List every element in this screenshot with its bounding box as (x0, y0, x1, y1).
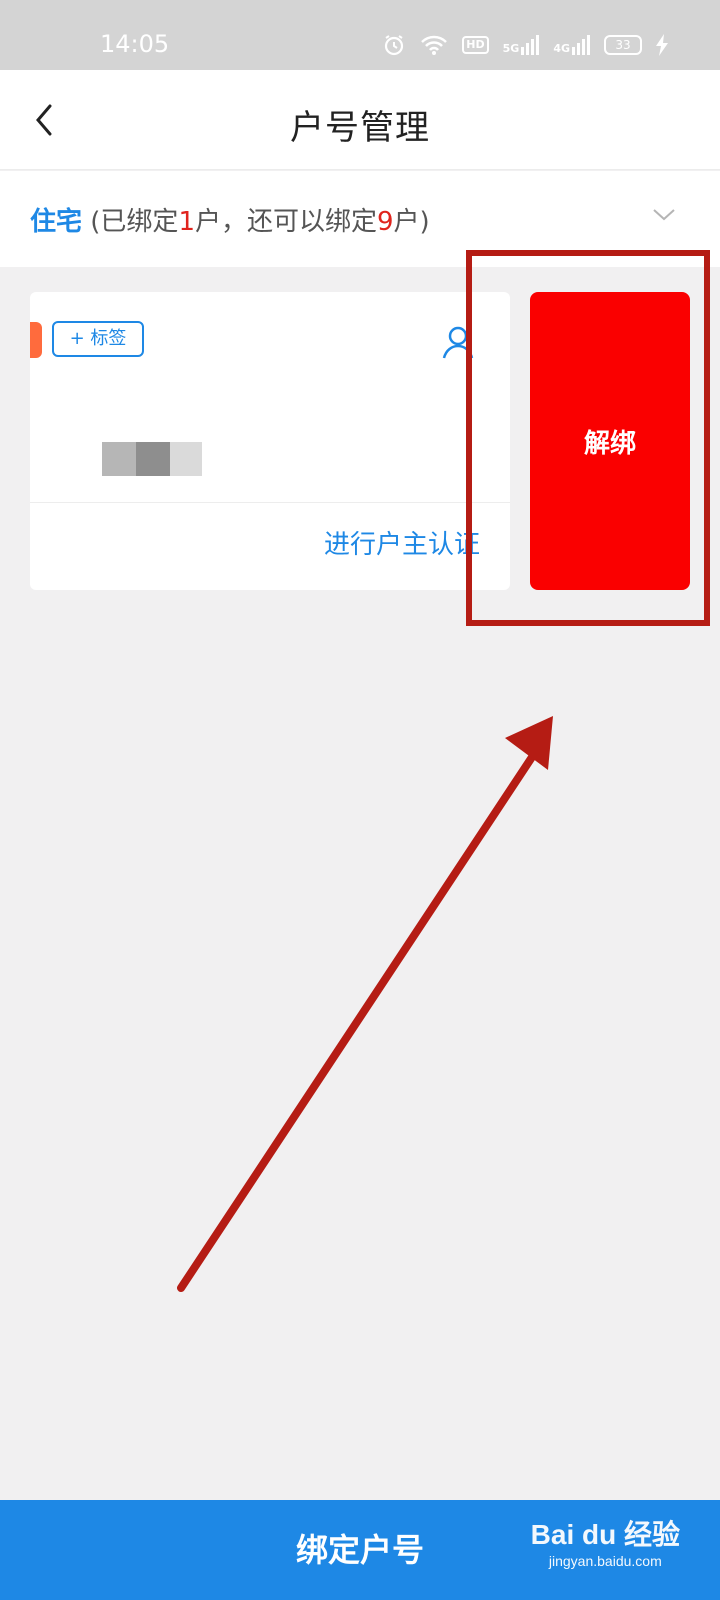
account-card[interactable]: + 标签 进行户主认证 (30, 292, 510, 590)
annotation-highlight-box (466, 250, 710, 626)
signal-5g-icon: 5G (503, 35, 540, 55)
status-bar: 14:05 HD 5G 4G 33 (0, 0, 720, 70)
header: 户号管理 (0, 70, 720, 170)
category-name: 住宅 (30, 207, 83, 237)
blur-block (102, 442, 136, 476)
add-tag-button[interactable]: + 标签 (52, 321, 144, 357)
bound-count: 1 (178, 207, 195, 237)
battery-icon: 33 (604, 35, 642, 55)
status-icons: HD 5G 4G 33 (382, 32, 668, 58)
category-open-text: (已绑定 (82, 207, 179, 237)
hd-icon: HD (462, 36, 489, 54)
available-count: 9 (377, 207, 394, 237)
category-close-text: 户) (393, 207, 430, 237)
charging-icon (656, 34, 668, 56)
network-4g-label: 4G (553, 42, 570, 55)
signal-4g-icon: 4G (553, 35, 590, 55)
chevron-down-icon[interactable] (648, 203, 680, 227)
watermark-url: jingyan.baidu.com (548, 1553, 662, 1569)
blurred-account-number (102, 442, 202, 476)
card-divider (30, 502, 510, 503)
page-title: 户号管理 (290, 108, 430, 148)
baidu-watermark: Bai du 经验 jingyan.baidu.com (531, 1518, 680, 1570)
category-middle-text: 户，还可以绑定 (194, 207, 377, 237)
owner-verify-link[interactable]: 进行户主认证 (324, 524, 480, 561)
category-summary: 住宅 (已绑定1户，还可以绑定9户) (30, 201, 430, 238)
alarm-icon (382, 33, 406, 57)
bottom-bar: 绑定户号 Bai du 经验 jingyan.baidu.com (0, 1500, 720, 1600)
wifi-icon (420, 34, 448, 56)
watermark-logo: Bai du 经验 (530, 1519, 680, 1550)
blur-block (136, 442, 170, 476)
account-type-badge (30, 322, 42, 358)
network-5g-label: 5G (502, 42, 520, 55)
blur-block (170, 442, 202, 476)
status-time: 14:05 (100, 30, 170, 58)
